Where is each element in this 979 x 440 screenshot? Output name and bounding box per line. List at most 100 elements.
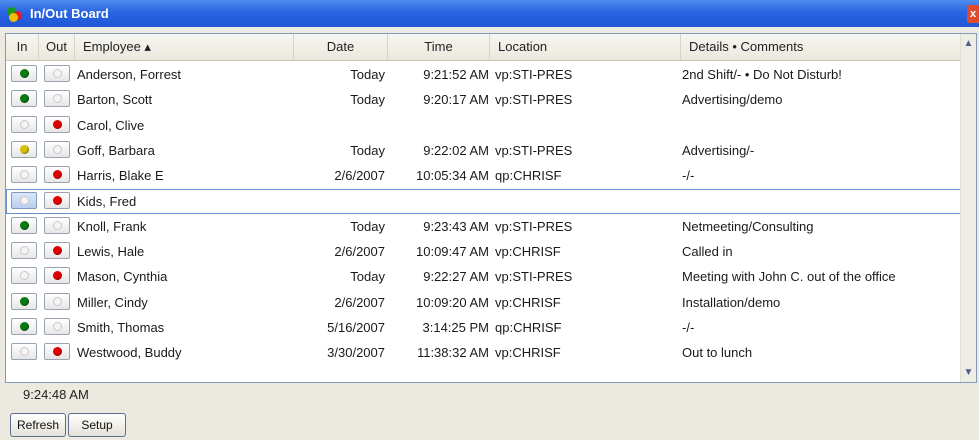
employee-name: Harris, Blake E (77, 168, 164, 184)
empty-status-dot-icon (20, 246, 29, 256)
details-cell: Advertising/demo (682, 92, 783, 108)
in-toggle[interactable] (11, 115, 37, 133)
employee-grid: In Out Employee ▴ Date Time Location Det… (5, 33, 977, 383)
setup-button[interactable]: Setup (68, 413, 126, 437)
in-toggle[interactable] (11, 166, 37, 184)
details-cell: -/- (682, 168, 695, 184)
empty-status-dot-icon (53, 69, 62, 78)
out-toggle[interactable] (44, 65, 70, 82)
out-status-dot-icon (53, 195, 62, 205)
empty-status-dot-icon (53, 296, 62, 306)
table-row[interactable]: Mason, Cynthia Today 9:22:27 AM vp:STI-PRES… (6, 264, 961, 289)
out-toggle[interactable] (44, 140, 70, 158)
column-header-location[interactable]: Location (490, 34, 681, 60)
table-row[interactable]: Smith, Thomas 5/16/2007 3:14:25 PM qp:CHRIS… (6, 315, 961, 340)
in-status-dot-icon (20, 220, 29, 230)
location-cell: vp:CHRISF (495, 345, 561, 361)
refresh-button[interactable]: Refresh (10, 413, 66, 437)
table-row[interactable]: Goff, Barbara Today 9:22:02 AM vp:STI-PRES A… (6, 138, 961, 163)
out-toggle[interactable] (44, 267, 70, 285)
date-cell: 2/6/2007 (334, 168, 385, 184)
date-cell: 2/6/2007 (334, 244, 385, 260)
employee-name: Anderson, Forrest (77, 67, 182, 82)
in-toggle[interactable] (11, 90, 37, 108)
employee-name: Smith, Thomas (77, 320, 165, 335)
out-toggle[interactable] (44, 242, 70, 260)
location-cell: qp:CHRISF (495, 168, 562, 184)
table-row[interactable]: Barton, Scott Today 9:20:17 AM vp:STI-PRES A… (6, 87, 961, 112)
column-header-date[interactable]: Date (294, 34, 388, 60)
table-row[interactable]: Knoll, Frank Today 9:23:43 AM vp:STI-PRES Ne… (6, 214, 961, 239)
empty-status-dot-icon (53, 94, 62, 104)
column-header-details[interactable]: Details • Comments (681, 34, 961, 60)
out-toggle[interactable] (44, 318, 70, 335)
time-cell: 9:20:17 AM (423, 92, 489, 108)
scroll-up-icon[interactable]: ▲ (962, 36, 975, 51)
out-toggle[interactable] (44, 216, 70, 234)
empty-status-dot-icon (20, 347, 29, 357)
table-row[interactable]: Westwood, Buddy 3/30/2007 11:38:32 AM vp:CH… (6, 340, 961, 365)
date-cell: Today (350, 218, 385, 234)
in-toggle[interactable] (11, 140, 37, 158)
column-header-time[interactable]: Time (388, 34, 490, 60)
out-toggle[interactable] (44, 115, 70, 133)
in-toggle[interactable] (11, 292, 37, 310)
out-toggle[interactable] (44, 191, 70, 209)
status-bar: 9:24:48 AM (5, 384, 975, 406)
table-row[interactable]: Harris, Blake E 2/6/2007 10:05:34 AM qp:CHR… (6, 163, 961, 188)
date-cell: Today (350, 67, 385, 82)
in-toggle[interactable] (11, 343, 37, 361)
column-header-employee[interactable]: Employee ▴ (75, 34, 294, 60)
employee-name: Carol, Clive (77, 117, 145, 133)
in-toggle[interactable] (11, 65, 37, 82)
in-toggle[interactable] (11, 267, 37, 285)
time-cell: 10:05:34 AM (416, 168, 489, 184)
table-row[interactable]: Carol, Clive (6, 113, 961, 138)
employee-name: Mason, Cynthia (77, 269, 168, 285)
out-status-dot-icon (53, 119, 62, 129)
location-cell: vp:STI-PRES (495, 269, 573, 285)
empty-status-dot-icon (20, 271, 29, 281)
column-header-in[interactable]: In (6, 34, 39, 60)
empty-status-dot-icon (53, 144, 62, 154)
out-status-dot-icon (53, 347, 62, 357)
in-toggle[interactable] (11, 318, 37, 335)
in-status-dot-icon (20, 69, 29, 78)
time-cell: 11:38:32 AM (416, 345, 489, 361)
table-row[interactable]: Anderson, Forrest Today 9:21:52 AM vp:STI-P… (6, 62, 961, 87)
out-toggle[interactable] (44, 343, 70, 361)
location-cell: vp:CHRISF (495, 244, 561, 260)
in-status-dot-icon (20, 296, 29, 306)
location-cell (495, 113, 655, 138)
location-cell: vp:STI-PRES (495, 142, 573, 158)
table-row[interactable]: Lewis, Hale 2/6/2007 10:09:47 AM vp:CHRISF C… (6, 239, 961, 264)
out-toggle[interactable] (44, 292, 70, 310)
title-bar[interactable]: In/Out Board x (0, 0, 979, 27)
location-cell: vp:STI-PRES (495, 92, 573, 108)
close-button[interactable]: x (967, 5, 979, 23)
details-cell: Netmeeting/Consulting (682, 218, 814, 234)
scroll-down-icon[interactable]: ▼ (962, 365, 975, 380)
window-title: In/Out Board (30, 6, 109, 21)
details-cell: Advertising/- (682, 142, 755, 158)
date-cell: Today (350, 92, 385, 108)
date-cell: 5/16/2007 (327, 320, 385, 335)
date-cell (296, 113, 385, 138)
in-out-board-window: In/Out Board x In Out Employee ▴ Date Ti… (0, 0, 979, 440)
time-cell: 10:09:47 AM (416, 244, 489, 260)
out-toggle[interactable] (44, 90, 70, 108)
details-cell: Called in (682, 244, 733, 260)
employee-name: Lewis, Hale (77, 244, 145, 260)
out-status-dot-icon (53, 246, 62, 256)
employee-name: Kids, Fred (77, 193, 137, 209)
table-row[interactable]: Kids, Fred (6, 188, 961, 214)
table-row[interactable]: Miller, Cindy 2/6/2007 10:09:20 AM vp:CHRIS… (6, 290, 961, 315)
time-cell: 9:22:02 AM (423, 142, 489, 158)
out-toggle[interactable] (44, 166, 70, 184)
empty-status-dot-icon (20, 119, 29, 129)
vertical-scrollbar[interactable]: ▲ ▼ (960, 34, 976, 382)
in-toggle[interactable] (11, 191, 37, 209)
in-toggle[interactable] (11, 216, 37, 234)
column-header-out[interactable]: Out (39, 34, 75, 60)
in-toggle[interactable] (11, 242, 37, 260)
